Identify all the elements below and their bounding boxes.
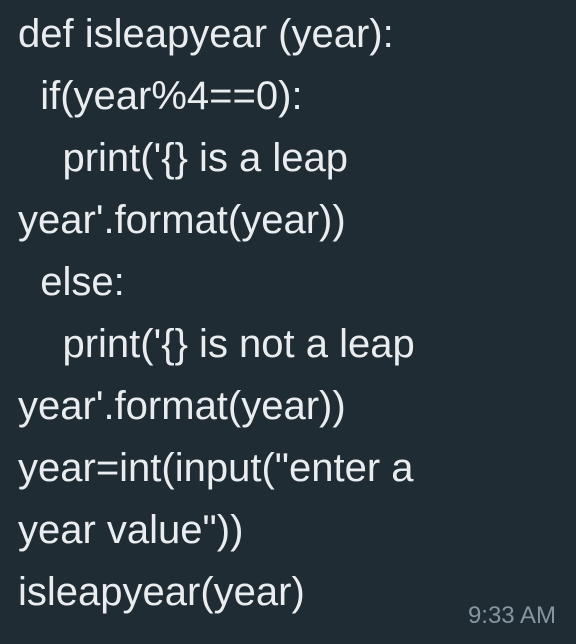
message-line-5: else: [18, 260, 125, 304]
message-line-4: year'.format(year)) [18, 198, 346, 242]
message-timestamp: 9:33 AM [467, 602, 556, 629]
message-line-9: year value")) [18, 508, 244, 552]
message-line-3: print('{} is a leap [18, 136, 349, 180]
message-line-2: if(year%4==0): [18, 74, 303, 118]
message-bubble[interactable]: def isleapyear (year): if(year%4==0): pr… [0, 0, 576, 644]
message-line-10: isleapyear(year) [18, 570, 305, 614]
message-line-7: year'.format(year)) [18, 384, 346, 428]
message-line-1: def isleapyear (year): [18, 12, 394, 56]
message-line-8: year=int(input("enter a [18, 446, 414, 490]
message-line-6: print('{} is not a leap [18, 322, 415, 366]
